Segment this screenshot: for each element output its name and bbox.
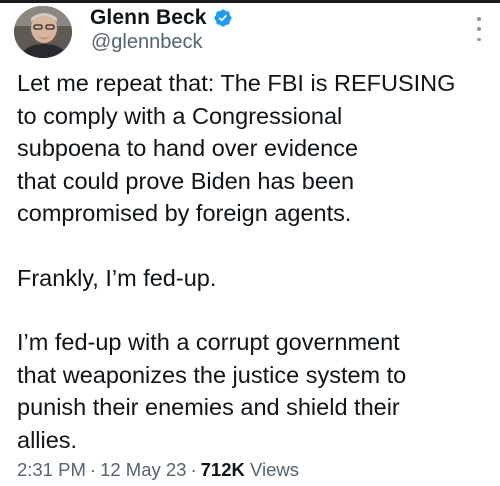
- views-label: Views: [250, 459, 300, 480]
- profile-photo: [14, 6, 72, 58]
- more-dot: [477, 17, 481, 21]
- tweet-date[interactable]: 12 May 23: [100, 459, 186, 480]
- author-name-row: Glenn Beck: [90, 3, 233, 33]
- tweet-card: Glenn Beck @glennbeck Let me repeat that…: [0, 0, 500, 486]
- tweet-line: subpoena to hand over evidence: [17, 135, 359, 161]
- meta-separator: ·: [89, 459, 97, 480]
- author-name[interactable]: Glenn Beck: [90, 6, 207, 30]
- more-dot: [477, 27, 481, 31]
- more-options-icon[interactable]: [476, 17, 482, 41]
- tweet-text: Let me repeat that: The FBI is REFUSING …: [17, 67, 487, 456]
- more-dot: [477, 37, 481, 41]
- tweet-meta: 2:31 PM · 12 May 23 · 712K Views: [17, 459, 299, 481]
- verified-badge-icon: [214, 9, 232, 27]
- tweet-line: allies.: [17, 426, 78, 453]
- avatar[interactable]: [14, 6, 72, 58]
- views-count[interactable]: 712K: [201, 459, 245, 480]
- tweet-line: compromised by foreign agents.: [17, 200, 352, 226]
- tweet-time[interactable]: 2:31 PM: [17, 459, 86, 480]
- tweet-line: I’m fed-up with a corrupt government: [17, 329, 400, 355]
- tweet-paragraph: Let me repeat that: The FBI is REFUSING …: [17, 67, 487, 230]
- tweet-line: that could prove Biden has been: [17, 167, 355, 194]
- tweet-line: Frankly, I’m fed-up.: [17, 264, 217, 291]
- tweet-line: Let me repeat that: The FBI is REFUSING: [17, 70, 456, 96]
- tweet-paragraph: Frankly, I’m fed-up.: [17, 262, 487, 295]
- author-handle[interactable]: @glennbeck: [91, 31, 202, 54]
- tweet-line: punish their enemies and shield their: [17, 394, 400, 420]
- tweet-line: to comply with a Congressional: [17, 102, 343, 129]
- tweet-paragraph: I’m fed-up with a corrupt government tha…: [17, 326, 487, 456]
- meta-separator: ·: [190, 459, 197, 480]
- tweet-line: that weaponizes the justice system to: [17, 361, 407, 388]
